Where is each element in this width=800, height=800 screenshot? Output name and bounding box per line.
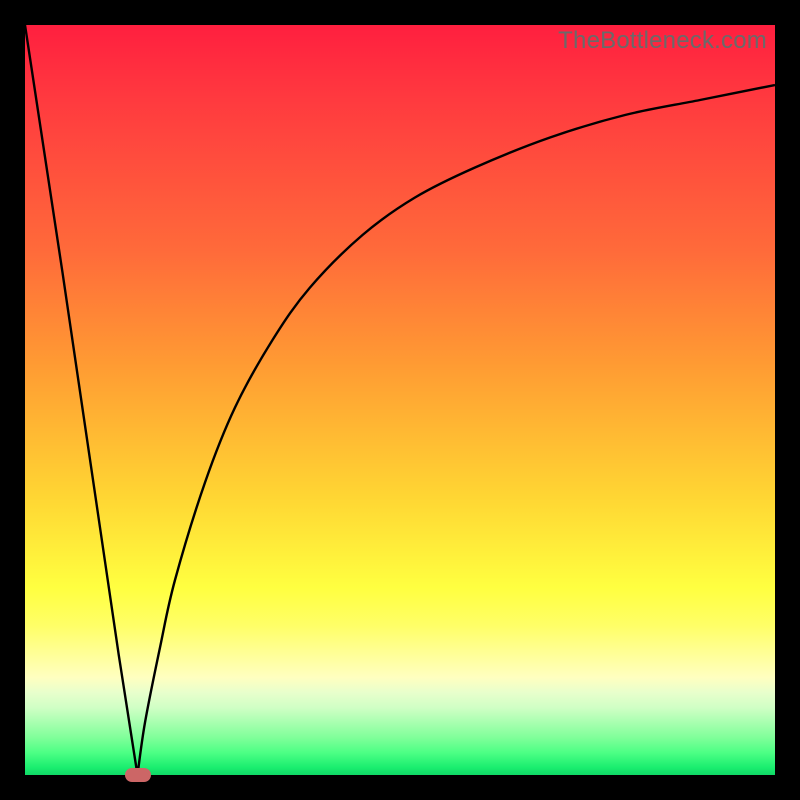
chart-frame: TheBottleneck.com	[0, 0, 800, 800]
plot-area: TheBottleneck.com	[25, 25, 775, 775]
min-marker	[125, 768, 151, 782]
curve-path	[25, 25, 775, 775]
curves-layer	[25, 25, 775, 775]
